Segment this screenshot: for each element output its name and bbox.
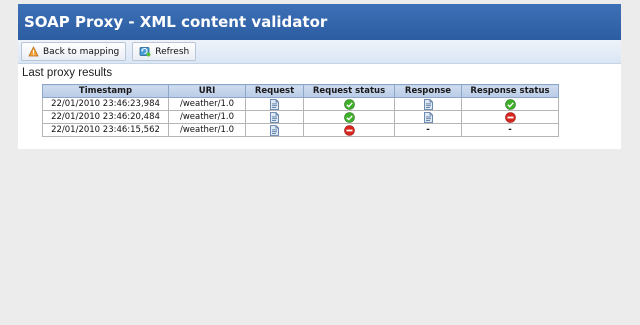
- refresh-button[interactable]: Refresh: [132, 42, 197, 61]
- uri-cell: /weather/1.0: [168, 110, 246, 124]
- document-icon[interactable]: [270, 111, 279, 123]
- results-table: Timestamp URI Request Request status Res…: [42, 84, 559, 137]
- status-ok-icon: [504, 98, 516, 110]
- table-row[interactable]: 22/01/2010 23:46:20,484/weather/1.0: [42, 110, 559, 124]
- table-row[interactable]: 22/01/2010 23:46:23,984/weather/1.0: [42, 97, 559, 111]
- request-cell[interactable]: [245, 97, 304, 111]
- request-cell[interactable]: [245, 110, 304, 124]
- back-to-mapping-button[interactable]: Back to mapping: [21, 42, 127, 61]
- document-icon[interactable]: [270, 124, 279, 136]
- status-error-icon: [343, 124, 355, 136]
- empty-cell: -: [394, 123, 462, 137]
- header-response-status[interactable]: Response status: [461, 84, 559, 98]
- warning-back-icon: [28, 46, 39, 57]
- refresh-icon: [139, 46, 151, 57]
- status-ok-icon: [343, 111, 355, 123]
- timestamp-cell: 22/01/2010 23:46:23,984: [42, 97, 169, 111]
- back-to-mapping-label: Back to mapping: [43, 46, 120, 57]
- section-title: Last proxy results: [22, 67, 113, 79]
- document-icon[interactable]: [423, 98, 433, 110]
- status-error-cell: [303, 123, 395, 137]
- document-icon[interactable]: [423, 111, 433, 123]
- timestamp-cell: 22/01/2010 23:46:15,562: [42, 123, 169, 137]
- header-uri[interactable]: URI: [168, 84, 246, 98]
- empty-value: -: [426, 125, 430, 135]
- status-ok-cell: [461, 97, 559, 111]
- toolbar: Back to mapping Refresh: [18, 40, 621, 64]
- status-ok-cell: [303, 97, 395, 111]
- uri-cell: /weather/1.0: [168, 123, 246, 137]
- request-cell[interactable]: [245, 123, 304, 137]
- response-cell[interactable]: [394, 110, 462, 124]
- header-response[interactable]: Response: [394, 84, 462, 98]
- header-timestamp[interactable]: Timestamp: [42, 84, 169, 98]
- status-ok-icon: [343, 98, 355, 110]
- status-error-cell: [461, 110, 559, 124]
- header-request-status[interactable]: Request status: [303, 84, 395, 98]
- empty-value: -: [508, 125, 512, 135]
- header-request[interactable]: Request: [245, 84, 304, 98]
- document-icon[interactable]: [270, 98, 279, 110]
- status-ok-cell: [303, 110, 395, 124]
- uri-cell: /weather/1.0: [168, 97, 246, 111]
- response-cell[interactable]: [394, 97, 462, 111]
- table-row[interactable]: 22/01/2010 23:46:15,562/weather/1.0 - -: [42, 123, 559, 137]
- refresh-label: Refresh: [155, 46, 190, 57]
- table-header-row: Timestamp URI Request Request status Res…: [42, 84, 559, 98]
- status-error-icon: [504, 111, 516, 123]
- app-title: SOAP Proxy - XML content validator: [18, 4, 621, 40]
- timestamp-cell: 22/01/2010 23:46:20,484: [42, 110, 169, 124]
- empty-cell: -: [461, 123, 559, 137]
